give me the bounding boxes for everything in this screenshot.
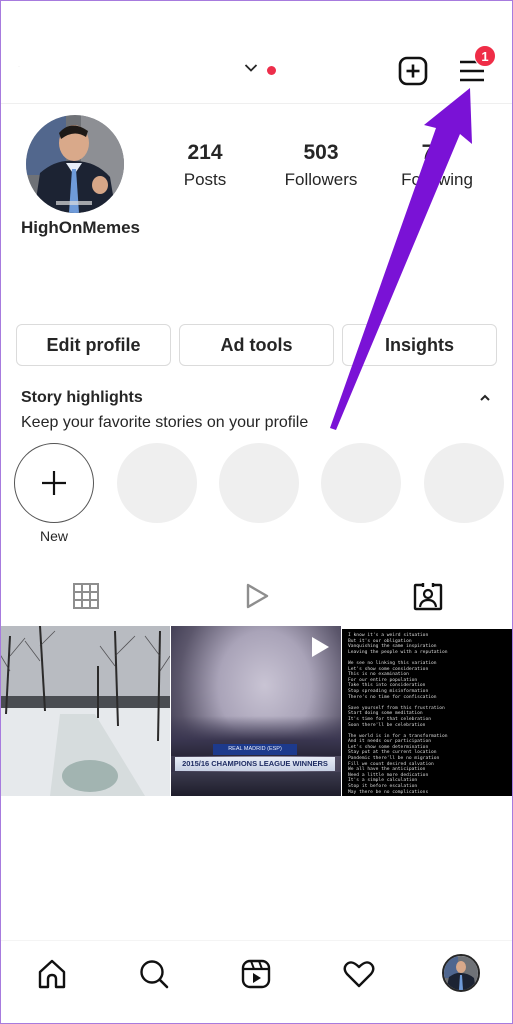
nav-search[interactable]	[136, 956, 172, 992]
highlight-placeholder	[117, 443, 197, 523]
reel-play-icon	[312, 637, 329, 657]
chevron-down-icon[interactable]	[244, 63, 258, 73]
followers-label: Followers	[284, 170, 358, 189]
team-banner: REAL MADRID (ESP)	[213, 744, 297, 755]
followers-stat[interactable]: 503 Followers	[266, 140, 376, 192]
posts-label: Posts	[183, 170, 227, 189]
tab-posts-grid[interactable]	[0, 575, 171, 617]
following-label: Following	[401, 170, 473, 189]
chevron-up-icon[interactable]	[476, 390, 494, 406]
story-highlights-subtitle: Keep your favorite stories on your profi…	[21, 414, 309, 431]
heart-icon	[343, 961, 375, 988]
menu-notification-badge: 1	[474, 45, 496, 67]
highlight-placeholder	[321, 443, 401, 523]
highlight-placeholder	[424, 443, 504, 523]
ad-tools-button[interactable]: Ad tools	[179, 324, 334, 366]
grid-post-terminal-lyrics[interactable]: I know it's a weird situation But it's o…	[342, 626, 513, 796]
grid-icon	[72, 583, 99, 609]
profile-avatar-thumbnail	[444, 956, 478, 990]
stands-graphic	[171, 772, 341, 796]
posts-count: 214	[187, 141, 223, 164]
grid-post-snowy-street[interactable]	[0, 626, 170, 796]
tab-tagged[interactable]	[342, 575, 513, 617]
post-image	[0, 626, 170, 796]
tagged-person-icon	[413, 583, 442, 611]
top-header: · 1	[0, 0, 513, 104]
insights-button[interactable]: Insights	[342, 324, 497, 366]
search-icon	[140, 960, 169, 989]
new-highlight-button[interactable]	[14, 443, 94, 523]
bottom-navigation	[0, 940, 513, 1010]
posts-stat[interactable]: 214 Posts	[150, 140, 260, 192]
reels-icon	[241, 959, 271, 989]
nav-reels[interactable]	[238, 956, 274, 992]
plus-square-icon	[398, 56, 428, 86]
champions-banner: 2015/16 CHAMPIONS LEAGUE WINNERS	[175, 757, 335, 771]
notification-dot	[267, 66, 276, 75]
play-icon	[246, 583, 268, 609]
new-highlight-label: New	[39, 528, 68, 544]
profile-avatar[interactable]	[26, 115, 124, 213]
terminal-text: I know it's a weird situation But it's o…	[348, 633, 448, 795]
following-count: 7•7	[421, 141, 453, 164]
nav-profile-avatar[interactable]	[442, 954, 480, 992]
followers-count: 503	[303, 141, 339, 164]
nav-activity[interactable]	[341, 956, 377, 992]
new-post-button[interactable]	[398, 56, 428, 86]
story-highlights-title: Story highlights	[21, 389, 143, 406]
avatar-image	[26, 115, 124, 213]
grid-post-champions-league-reel[interactable]: REAL MADRID (ESP) 2015/16 CHAMPIONS LEAG…	[171, 626, 341, 796]
following-stat[interactable]: 7•7 Following	[382, 140, 492, 192]
plus-icon	[42, 471, 66, 495]
home-icon	[38, 959, 66, 989]
profile-display-name: HighOnMemes	[21, 218, 141, 237]
tab-reels[interactable]	[171, 575, 342, 617]
account-username[interactable]: ·	[18, 64, 24, 70]
nav-home[interactable]	[34, 956, 70, 992]
edit-profile-button[interactable]: Edit profile	[16, 324, 171, 366]
highlight-placeholder	[219, 443, 299, 523]
